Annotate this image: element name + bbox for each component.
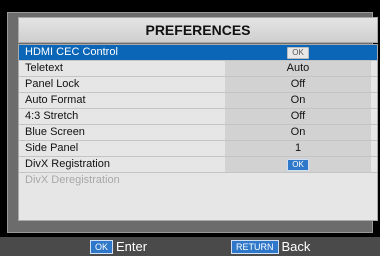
menu-item-label: DivX Registration [25,158,110,170]
menu-list: HDMI CEC Control OK Teletext Auto Panel … [18,44,378,221]
menu-item-value: OK [225,45,371,60]
menu-title: PREFERENCES [18,17,378,43]
menu-item-divx-deregistration: DivX Deregistration [19,173,377,189]
preferences-panel: PREFERENCES HDMI CEC Control OK Teletext… [7,12,378,233]
ok-button[interactable]: OK [287,159,309,171]
menu-item-label: Auto Format [25,94,86,106]
enter-hint-label: Enter [116,239,148,254]
menu-item-value: 1 [225,141,371,156]
menu-item-label: Panel Lock [25,78,80,90]
menu-item-value: Auto [225,61,371,76]
menu-item-label: HDMI CEC Control [25,46,118,58]
menu-item-label: Side Panel [25,142,79,154]
menu-item-label: 4:3 Stretch [25,110,79,122]
ok-button[interactable]: OK [287,47,309,59]
menu-item-panel-lock[interactable]: Panel Lock Off [19,77,377,93]
menu-item-value: Off [225,77,371,92]
enter-hint: OK Enter [90,240,147,254]
menu-item-value: On [225,125,371,140]
menu-item-divx-registration[interactable]: DivX Registration OK [19,157,377,173]
menu-item-blue-screen[interactable]: Blue Screen On [19,125,377,141]
ok-key-icon: OK [90,240,114,254]
menu-item-auto-format[interactable]: Auto Format On [19,93,377,109]
button-hint-bar: OK Enter RETURN Back [0,237,380,256]
return-key-icon: RETURN [231,240,279,254]
menu-item-label: DivX Deregistration [25,174,120,186]
menu-item-4-3-stretch[interactable]: 4:3 Stretch Off [19,109,377,125]
menu-item-label: Teletext [25,62,63,74]
back-hint: RETURN Back [231,240,310,254]
menu-item-value: Off [225,109,371,124]
menu-item-hdmi-cec-control[interactable]: HDMI CEC Control OK [19,45,377,61]
menu-item-teletext[interactable]: Teletext Auto [19,61,377,77]
menu-item-side-panel[interactable]: Side Panel 1 [19,141,377,157]
menu-item-label: Blue Screen [25,126,85,138]
back-hint-label: Back [281,239,311,254]
menu-item-value: On [225,93,371,108]
menu-item-value: OK [225,157,371,172]
